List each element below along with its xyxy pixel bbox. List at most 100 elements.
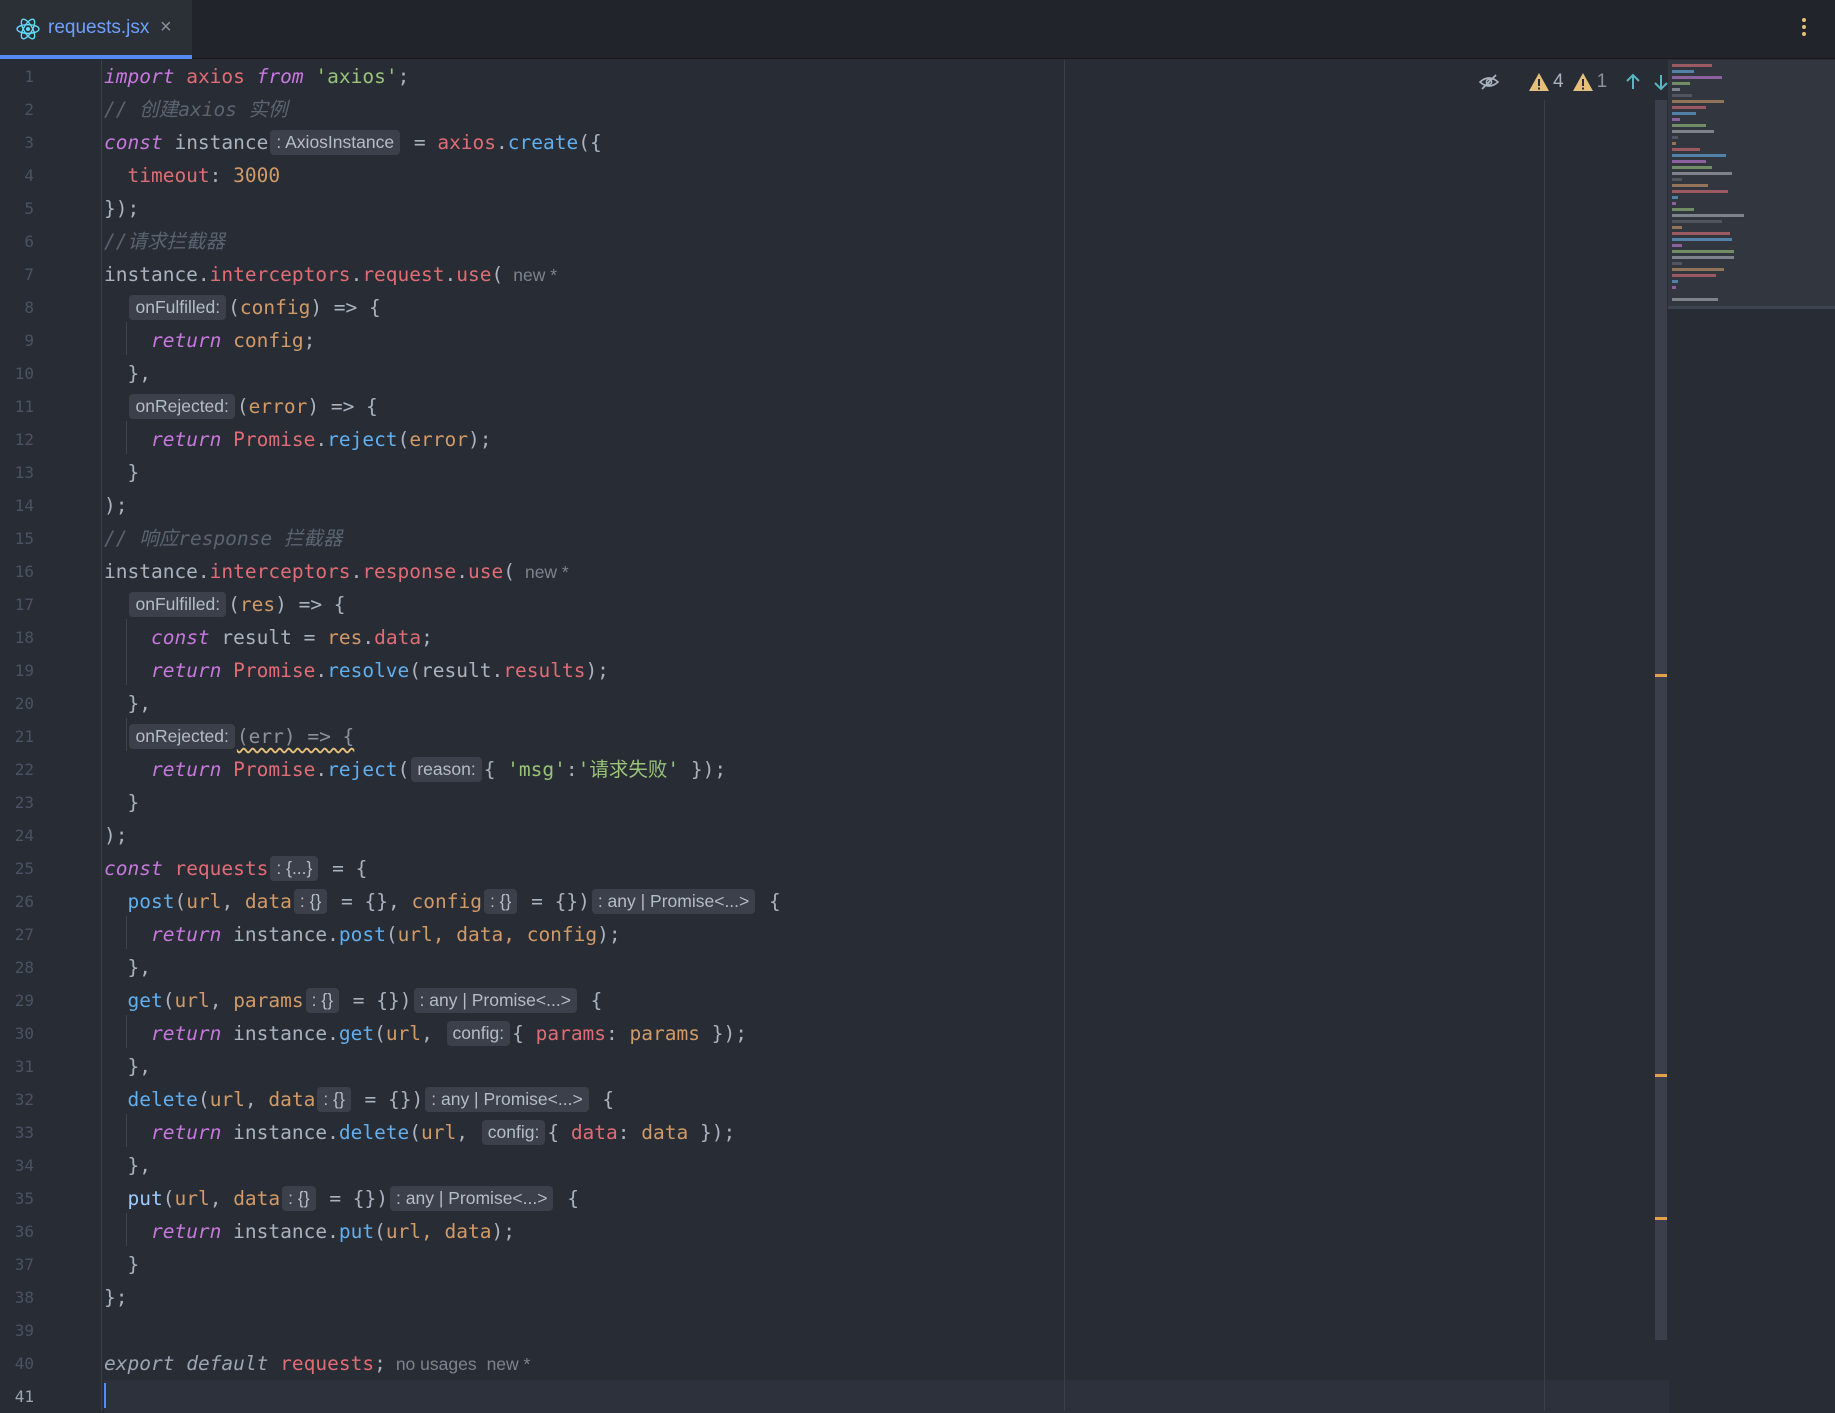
- line-number[interactable]: 33: [0, 1116, 34, 1149]
- code-line-21[interactable]: onRejected: (err) => {: [104, 720, 354, 753]
- line-number[interactable]: 24: [0, 819, 34, 852]
- line-number[interactable]: 31: [0, 1050, 34, 1083]
- line-number[interactable]: 7: [0, 258, 34, 291]
- code-line-7[interactable]: instance.interceptors.request.use(new *: [104, 258, 557, 291]
- line-number[interactable]: 12: [0, 423, 34, 456]
- line-number[interactable]: 20: [0, 687, 34, 720]
- line-number[interactable]: 27: [0, 918, 34, 951]
- code-line-9[interactable]: return config;: [104, 324, 315, 357]
- minimap-viewport[interactable]: [1668, 60, 1835, 309]
- arrow-up-icon[interactable]: [1623, 72, 1643, 92]
- code-line-22[interactable]: return Promise.reject(reason:{ 'msg':'请求…: [104, 753, 726, 786]
- warning-marker[interactable]: [1655, 1074, 1667, 1077]
- code-line-24[interactable]: );: [104, 819, 127, 852]
- line-number[interactable]: 35: [0, 1182, 34, 1215]
- code-line-2[interactable]: // 创建axios 实例: [104, 93, 288, 126]
- line-number[interactable]: 22: [0, 753, 34, 786]
- inlay-author-hint[interactable]: new *: [525, 562, 569, 582]
- warnings-counter[interactable]: 4: [1528, 71, 1564, 93]
- code-area[interactable]: import axios from 'axios'; // 创建axios 实例…: [104, 60, 1669, 1413]
- line-number[interactable]: 40: [0, 1347, 34, 1380]
- code-line-26[interactable]: post(url, data: {} = {}, config: {} = {}…: [104, 885, 781, 918]
- code-line-3[interactable]: const instance: AxiosInstance = axios.cr…: [104, 126, 602, 159]
- line-number[interactable]: 17: [0, 588, 34, 621]
- code-line-35[interactable]: put(url, data: {} = {}): any | Promise<.…: [104, 1182, 579, 1215]
- error-stripe-scrollbar[interactable]: [1655, 100, 1667, 1340]
- line-number[interactable]: 32: [0, 1083, 34, 1116]
- line-number[interactable]: 9: [0, 324, 34, 357]
- code-line-27[interactable]: return instance.post(url, data, config);: [104, 918, 621, 951]
- code-line-31[interactable]: },: [104, 1050, 150, 1083]
- line-number[interactable]: 6: [0, 225, 34, 258]
- close-icon[interactable]: ×: [160, 16, 172, 39]
- warning-marker[interactable]: [1655, 1217, 1667, 1220]
- line-number[interactable]: 36: [0, 1215, 34, 1248]
- code-line-32[interactable]: delete(url, data: {} = {}): any | Promis…: [104, 1083, 614, 1116]
- code-line-12[interactable]: return Promise.reject(error);: [104, 423, 492, 456]
- code-line-8[interactable]: onFulfilled: (config) => {: [104, 291, 381, 324]
- code-line-30[interactable]: return instance.get(url, config:{ params…: [104, 1017, 747, 1050]
- code-editor[interactable]: 1 2 3 4 5 6 7 8 9 10 11 12 13 14 15 16 17 18 19 20 21 22 23 24 2…: [0, 60, 1835, 1413]
- line-number[interactable]: 38: [0, 1281, 34, 1314]
- inlay-author-hint[interactable]: new *: [513, 265, 557, 285]
- code-line-6[interactable]: //请求拦截器: [104, 225, 225, 258]
- code-line-23[interactable]: }: [104, 786, 139, 819]
- line-number[interactable]: 37: [0, 1248, 34, 1281]
- line-number[interactable]: 15: [0, 522, 34, 555]
- tab-requests-jsx[interactable]: requests.jsx ×: [0, 0, 192, 59]
- code-line-19[interactable]: return Promise.resolve(result.results);: [104, 654, 609, 687]
- code-line-38[interactable]: };: [104, 1281, 127, 1314]
- code-line-28[interactable]: },: [104, 951, 150, 984]
- inlay-author-hint[interactable]: new *: [487, 1354, 531, 1374]
- line-number[interactable]: 4: [0, 159, 34, 192]
- line-number[interactable]: 18: [0, 621, 34, 654]
- line-number[interactable]: 19: [0, 654, 34, 687]
- code-line-14[interactable]: );: [104, 489, 127, 522]
- code-line-40[interactable]: export default requests; no usages new *: [104, 1347, 530, 1380]
- line-number[interactable]: 21: [0, 720, 34, 753]
- inlay-usages-hint[interactable]: no usages: [396, 1354, 477, 1374]
- line-number[interactable]: 34: [0, 1149, 34, 1182]
- line-number[interactable]: 26: [0, 885, 34, 918]
- code-line-18[interactable]: const result = res.data;: [104, 621, 433, 654]
- code-minimap[interactable]: [1668, 60, 1835, 1411]
- code-line-20[interactable]: },: [104, 687, 150, 720]
- eye-slash-icon[interactable]: [1478, 73, 1500, 91]
- weak-warnings-counter[interactable]: 1: [1572, 71, 1607, 93]
- code-line-29[interactable]: get(url, params: {} = {}): any | Promise…: [104, 984, 602, 1017]
- code-line-37[interactable]: }: [104, 1248, 139, 1281]
- line-number[interactable]: 5: [0, 192, 34, 225]
- code-line-41[interactable]: [104, 1380, 1669, 1413]
- line-number[interactable]: 14: [0, 489, 34, 522]
- line-number[interactable]: 11: [0, 390, 34, 423]
- line-number[interactable]: 28: [0, 951, 34, 984]
- line-number[interactable]: 3: [0, 126, 34, 159]
- code-line-33[interactable]: return instance.delete(url, config:{ dat…: [104, 1116, 735, 1149]
- code-line-25[interactable]: const requests: {...} = {: [104, 852, 367, 885]
- inspection-widget[interactable]: 4 1: [1478, 68, 1671, 96]
- line-number[interactable]: 13: [0, 456, 34, 489]
- code-line-11[interactable]: onRejected: (error) => {: [104, 390, 378, 423]
- line-number[interactable]: 39: [0, 1314, 34, 1347]
- line-number[interactable]: 10: [0, 357, 34, 390]
- code-line-5[interactable]: });: [104, 192, 139, 225]
- line-number[interactable]: 23: [0, 786, 34, 819]
- line-number[interactable]: 25: [0, 852, 34, 885]
- line-number[interactable]: 16: [0, 555, 34, 588]
- code-line-10[interactable]: },: [104, 357, 150, 390]
- more-options-icon[interactable]: [1801, 18, 1807, 40]
- code-line-34[interactable]: },: [104, 1149, 150, 1182]
- line-number[interactable]: 41: [0, 1380, 34, 1413]
- code-line-15[interactable]: // 响应response 拦截器: [104, 522, 342, 555]
- unused-param-warning[interactable]: (err) => {: [237, 725, 354, 748]
- code-line-13[interactable]: }: [104, 456, 139, 489]
- line-number[interactable]: 2: [0, 93, 34, 126]
- code-line-4[interactable]: timeout: 3000: [104, 159, 280, 192]
- line-number[interactable]: 30: [0, 1017, 34, 1050]
- warning-marker[interactable]: [1655, 674, 1667, 677]
- code-line-17[interactable]: onFulfilled: (res) => {: [104, 588, 346, 621]
- line-number[interactable]: 8: [0, 291, 34, 324]
- code-line-16[interactable]: instance.interceptors.response.use(new *: [104, 555, 569, 588]
- line-number[interactable]: 29: [0, 984, 34, 1017]
- code-line-1[interactable]: import axios from 'axios';: [104, 60, 409, 93]
